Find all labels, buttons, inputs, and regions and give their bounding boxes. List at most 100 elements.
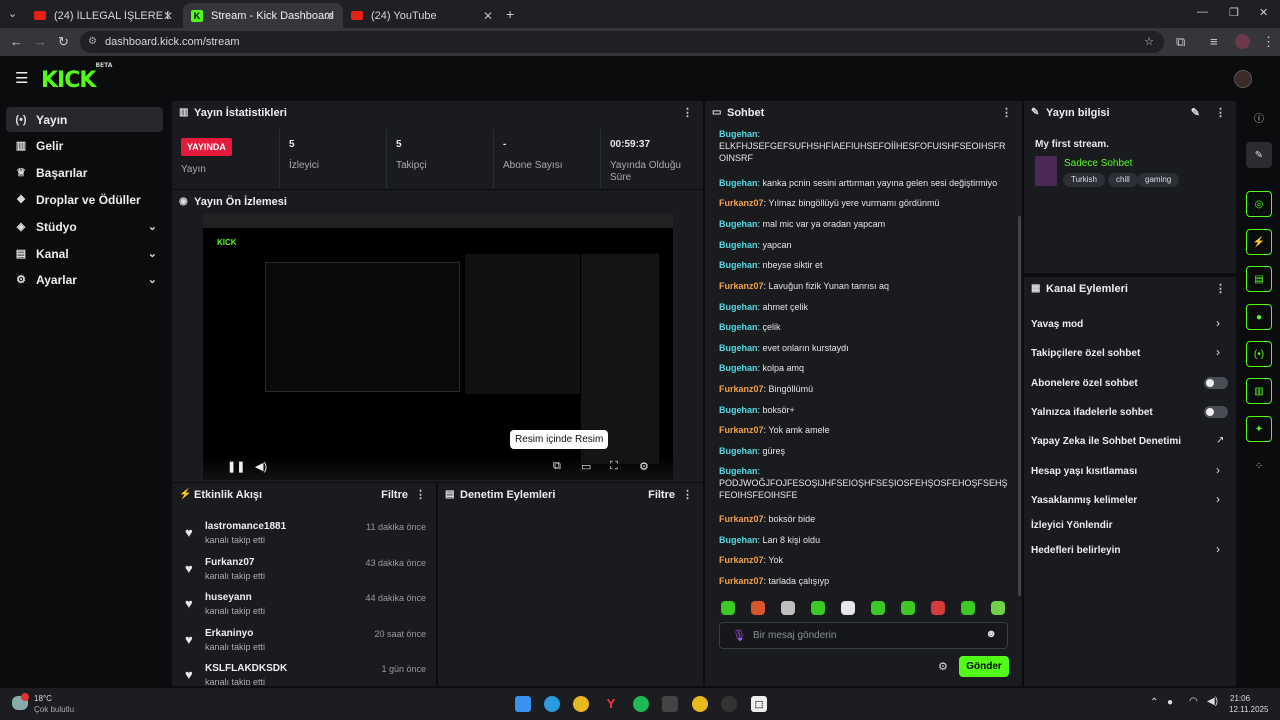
sidebar-item-yayin[interactable]: (•) Yayın [6, 107, 163, 132]
chat-bubble-icon[interactable]: ● [1246, 304, 1272, 330]
mic-tray-icon[interactable]: ● [1167, 697, 1173, 708]
chat-username[interactable]: Furkanz07 [719, 576, 764, 586]
chevron-right-icon[interactable]: › [1216, 542, 1220, 556]
address-bar[interactable]: ⚙ dashboard.kick.com/stream ☆ [80, 31, 1164, 53]
sidebar-item-ayarlar[interactable]: ⚙ Ayarlar ⌄ [6, 267, 163, 292]
more-options-icon[interactable]: ⋮ [682, 101, 693, 125]
external-link-icon[interactable]: ↗ [1216, 435, 1224, 446]
emoji-icon[interactable]: ☻ [985, 628, 997, 640]
more-options-icon[interactable]: ⋮ [1215, 101, 1226, 125]
tab-youtube-video[interactable]: (24) İLLEGAL İŞLERE BULAŞTIK ✕ [26, 3, 181, 28]
extensions-icon[interactable]: ⧉ [1176, 34, 1185, 50]
action-subscribers-only[interactable]: Abonelere özel sohbet [1031, 378, 1138, 389]
pip-icon[interactable]: ⧉ [553, 460, 561, 473]
chat-username[interactable]: Furkanz07 [719, 555, 764, 565]
settings-icon[interactable]: ⚙ [639, 460, 649, 473]
send-button[interactable]: Gönder [959, 656, 1009, 677]
snipping-tool-icon[interactable] [662, 696, 678, 712]
menu-icon[interactable]: ⋮ [1262, 34, 1275, 50]
info-icon[interactable]: ⓘ [1246, 104, 1272, 130]
close-icon[interactable]: ✕ [325, 9, 335, 23]
sidebar-item-kanal[interactable]: ▤ Kanal ⌄ [6, 241, 163, 266]
chat-username[interactable]: Furkanz07 [719, 425, 764, 435]
chat-username[interactable]: Bugehan [719, 240, 758, 250]
activity-user[interactable]: KSLFLAKDKSDK [205, 663, 287, 674]
action-goals[interactable]: Hedefleri belirleyin [1031, 545, 1120, 556]
more-options-icon[interactable]: ⋮ [415, 483, 426, 507]
chat-username[interactable]: Bugehan [719, 260, 758, 270]
emote-icon[interactable] [961, 601, 975, 615]
kick-logo[interactable]: KICKBETA [41, 62, 112, 93]
clipboard-icon[interactable]: ▤ [1246, 266, 1272, 292]
theater-icon[interactable]: ▭ [581, 460, 591, 473]
activity-user[interactable]: lastromance1881 [205, 521, 286, 532]
chat-username[interactable]: Bugehan [719, 535, 758, 545]
emote-icon[interactable] [841, 601, 855, 615]
close-icon[interactable]: ✕ [163, 9, 173, 23]
chat-username[interactable]: Furkanz07 [719, 384, 764, 394]
action-account-age[interactable]: Hesap yaşı kısıtlaması [1031, 466, 1137, 477]
sidebar-item-basarilar[interactable]: ♕ Başarılar [6, 160, 163, 185]
broadcast-icon[interactable]: (•) [1246, 341, 1272, 367]
more-options-icon[interactable]: ⋮ [682, 483, 693, 507]
emote-icon[interactable] [751, 601, 765, 615]
bookmark-star-icon[interactable]: ☆ [1144, 31, 1154, 53]
emote-icon[interactable] [781, 601, 795, 615]
close-window-icon[interactable]: ✕ [1259, 6, 1268, 19]
sidebar-item-studyo[interactable]: ◈ Stüdyo ⌄ [6, 214, 163, 239]
chat-username[interactable]: Bugehan [719, 302, 758, 312]
reload-icon[interactable]: ↻ [58, 34, 69, 50]
site-info-icon[interactable]: ⚙ [88, 31, 97, 53]
edit-icon[interactable]: ✎ [1191, 101, 1200, 125]
action-ai-moderation[interactable]: Yapay Zeka ile Sohbet Denetimi [1031, 436, 1181, 447]
tab-kick-dashboard[interactable]: K Stream - Kick Dashboard ✕ [183, 3, 343, 28]
chat-username[interactable]: Furkanz07 [719, 514, 764, 524]
forward-icon[interactable]: → [34, 34, 47, 49]
chat-username[interactable]: Bugehan [719, 446, 758, 456]
edge-icon[interactable] [544, 696, 560, 712]
epic-games-icon[interactable]: ⬚ [751, 696, 767, 712]
emote-icon[interactable] [871, 601, 885, 615]
action-raid[interactable]: İzleyici Yönlendir [1031, 520, 1113, 531]
action-banned-words[interactable]: Yasaklanmış kelimeler [1031, 495, 1137, 506]
volume-tray-icon[interactable]: ◀) [1207, 696, 1218, 707]
chat-scrollbar[interactable] [1018, 216, 1021, 596]
pencil-icon[interactable]: ✎ [1246, 142, 1272, 168]
action-emotes-only[interactable]: Yalnızca ifadelerle sohbet [1031, 407, 1153, 418]
chevron-right-icon[interactable]: › [1216, 316, 1220, 330]
chat-username[interactable]: Bugehan [719, 322, 758, 332]
category-name[interactable]: Sadece Sohbet [1064, 158, 1132, 169]
chevron-right-icon[interactable]: › [1216, 492, 1220, 506]
obs-icon[interactable] [721, 696, 737, 712]
emote-icon[interactable] [721, 601, 735, 615]
user-avatar[interactable] [1234, 70, 1252, 88]
start-icon[interactable] [515, 696, 531, 712]
chat-username[interactable]: Bugehan [719, 219, 758, 229]
activity-user[interactable]: Furkanz07 [205, 557, 254, 568]
chat-username[interactable]: Furkanz07 [719, 281, 764, 291]
profile-avatar[interactable] [1235, 34, 1250, 49]
activity-user[interactable]: huseyann [205, 592, 252, 603]
chat-settings-icon[interactable]: ⚙ [938, 660, 948, 673]
chat-username[interactable]: Bugehan [719, 363, 758, 373]
emote-icon[interactable] [811, 601, 825, 615]
emote-icon[interactable] [901, 601, 915, 615]
chat-username[interactable]: Furkanz07 [719, 198, 764, 208]
more-options-icon[interactable]: ⋮ [1215, 277, 1226, 301]
activity-user[interactable]: Erkaninyo [205, 628, 253, 639]
chat-input[interactable]: 🎙 Bir mesaj gönderin ☻ [719, 622, 1008, 649]
action-followers-only[interactable]: Takipçilere özel sohbet [1031, 348, 1140, 359]
emote-icon[interactable] [991, 601, 1005, 615]
chrome-active-icon[interactable] [692, 696, 708, 712]
chevron-right-icon[interactable]: › [1216, 463, 1220, 477]
volume-icon[interactable]: ◀) [255, 460, 267, 473]
filter-button[interactable]: Filtre [381, 483, 408, 507]
pause-icon[interactable]: ❚❚ [227, 460, 245, 473]
sidebar-item-gelir[interactable]: ▥ Gelir [6, 133, 163, 158]
media-icon[interactable]: ≡ [1210, 34, 1218, 49]
hamburger-menu-icon[interactable]: ☰ [15, 69, 28, 87]
emotes-only-toggle[interactable] [1204, 406, 1228, 418]
wrench-icon[interactable]: ✦ [1246, 416, 1272, 442]
restore-icon[interactable]: ❐ [1229, 6, 1239, 19]
tab-youtube[interactable]: (24) YouTube ✕ [343, 3, 501, 28]
